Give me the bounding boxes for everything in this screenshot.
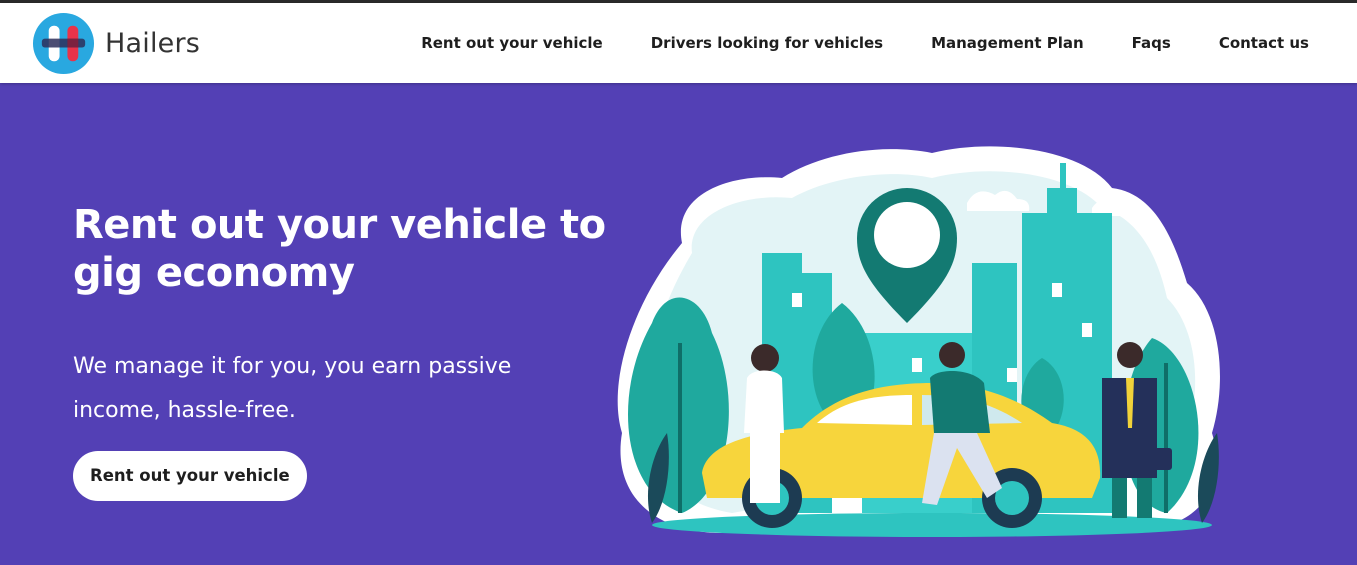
nav-drivers-looking[interactable]: Drivers looking for vehicles [651, 34, 883, 52]
hero-subtitle: We manage it for you, you earn passive i… [73, 354, 512, 423]
main-nav: Rent out your vehicle Drivers looking fo… [421, 3, 1309, 83]
hailers-logo-icon [32, 12, 95, 75]
nav-faqs[interactable]: Faqs [1132, 34, 1171, 52]
hero-section: Rent out your vehicle to gig economy We … [0, 83, 1357, 565]
rent-out-vehicle-button[interactable]: Rent out your vehicle [73, 451, 307, 501]
nav-rent-out-vehicle[interactable]: Rent out your vehicle [421, 34, 603, 52]
hero-title: Rent out your vehicle to gig economy [73, 202, 606, 296]
city-car-rental-illustration [617, 146, 1220, 537]
brand-name: Hailers [105, 28, 201, 59]
nav-management-plan[interactable]: Management Plan [931, 34, 1084, 52]
logo-link[interactable]: Hailers [32, 12, 200, 75]
nav-contact-us[interactable]: Contact us [1219, 34, 1309, 52]
site-header: Hailers Rent out your vehicle Drivers lo… [0, 3, 1357, 83]
